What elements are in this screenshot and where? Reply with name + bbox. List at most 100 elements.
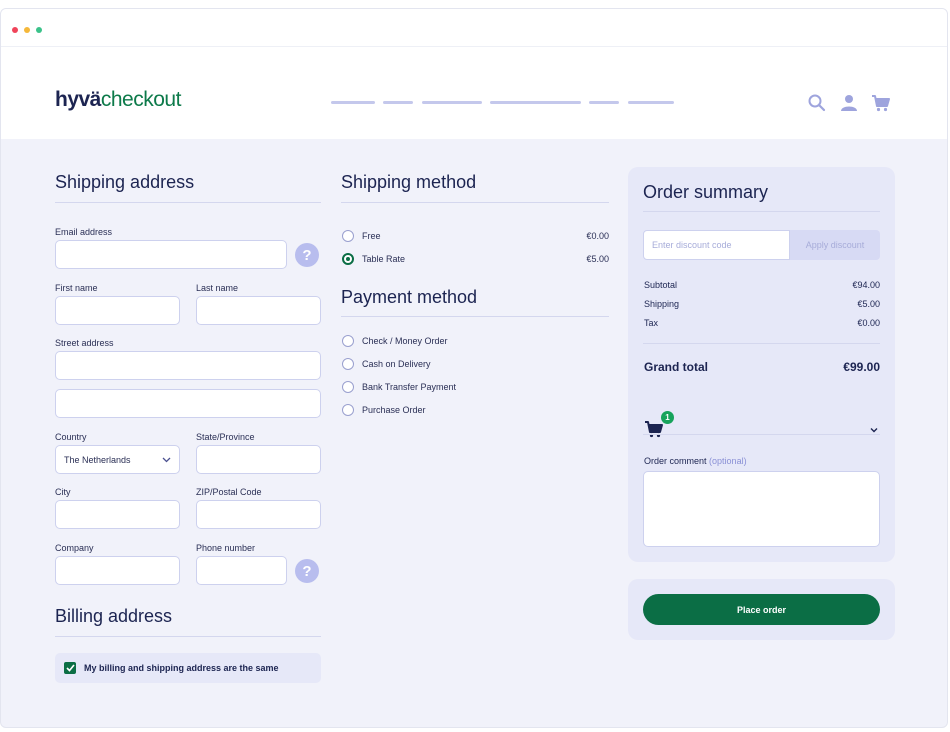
first-name-field[interactable] [55, 296, 180, 325]
phone-label: Phone number [196, 543, 256, 553]
summary-row-label: Shipping [644, 299, 680, 309]
state-field[interactable] [196, 445, 321, 474]
place-order-button[interactable]: Place order [643, 594, 880, 625]
divider [341, 202, 609, 203]
divider [643, 343, 880, 344]
summary-row-label: Tax [644, 318, 659, 328]
city-field[interactable] [55, 500, 180, 529]
last-name-label: Last name [196, 283, 239, 293]
cart-items-toggle[interactable]: 1 [644, 411, 674, 445]
order-summary-title: Order summary [643, 182, 769, 202]
logo-product: checkout [100, 88, 182, 111]
summary-row-value: €5.00 [857, 299, 880, 309]
divider [643, 434, 880, 435]
country-value: The Netherlands [64, 454, 131, 465]
optional-tag: (optional) [709, 456, 747, 466]
shipping-option-free[interactable]: Free [342, 230, 381, 242]
discount-code-input[interactable]: Enter discount code [643, 230, 790, 260]
minimize-window-dot[interactable] [24, 27, 30, 33]
summary-row-tax: Tax €0.00 [644, 318, 880, 328]
checkout-main: Shipping address Email address ? First n… [1, 139, 947, 727]
summary-row-label: Subtotal [644, 280, 678, 290]
header-icons [807, 93, 891, 113]
nav-link-placeholder[interactable] [589, 101, 619, 104]
payment-option-label: Check / Money Order [362, 336, 448, 346]
phone-help-icon[interactable]: ? [295, 559, 319, 583]
last-name-field[interactable] [196, 296, 321, 325]
summary-row-subtotal: Subtotal €94.00 [644, 280, 880, 290]
payment-option-check[interactable]: Check / Money Order [342, 335, 448, 347]
grand-total-label: Grand total [644, 360, 709, 374]
billing-address-title: Billing address [55, 606, 173, 626]
cart-icon [645, 421, 663, 438]
company-field[interactable] [55, 556, 180, 585]
nav-link-placeholder[interactable] [331, 101, 375, 104]
grand-total-value: €99.00 [843, 360, 880, 374]
street-line-2-field[interactable] [55, 389, 321, 418]
close-window-dot[interactable] [12, 27, 18, 33]
state-label: State/Province [196, 432, 255, 442]
shipping-method-title: Shipping method [341, 172, 477, 192]
checkmark-icon [65, 664, 75, 672]
window-titlebar [1, 9, 947, 47]
shipping-option-label: Free [362, 231, 381, 241]
payment-option-purchase-order[interactable]: Purchase Order [342, 404, 426, 416]
email-help-icon[interactable]: ? [295, 243, 319, 267]
zip-field[interactable] [196, 500, 321, 529]
place-order-card: Place order [628, 579, 895, 640]
billing-same-checkbox-row[interactable]: My billing and shipping address are the … [55, 653, 321, 683]
payment-option-bank-transfer[interactable]: Bank Transfer Payment [342, 381, 456, 393]
payment-option-cod[interactable]: Cash on Delivery [342, 358, 431, 370]
summary-row-value: €94.00 [852, 280, 880, 290]
browser-frame: hyvächeckout Shipping address Email addr… [0, 8, 948, 728]
nav-link-placeholder[interactable] [422, 101, 482, 104]
summary-row-shipping: Shipping €5.00 [644, 299, 880, 309]
payment-method-title: Payment method [341, 287, 478, 307]
divider [341, 316, 609, 317]
radio-button[interactable] [342, 381, 354, 393]
radio-button-selected[interactable] [342, 253, 354, 265]
shipping-option-price: €5.00 [586, 254, 609, 264]
chevron-down-icon [162, 457, 171, 462]
company-label: Company [55, 543, 94, 553]
shipping-option-price: €0.00 [586, 231, 609, 241]
city-label: City [55, 487, 71, 497]
maximize-window-dot[interactable] [36, 27, 42, 33]
order-comment-label: Order comment (optional) [644, 456, 747, 466]
phone-field[interactable] [196, 556, 287, 585]
summary-grand-total: Grand total €99.00 [644, 360, 880, 374]
order-comment-textarea[interactable] [643, 471, 880, 547]
country-select[interactable]: The Netherlands [55, 445, 180, 474]
radio-button[interactable] [342, 404, 354, 416]
shipping-address-title: Shipping address [55, 172, 195, 192]
street-label: Street address [55, 338, 114, 348]
billing-same-checkbox[interactable] [64, 662, 76, 674]
apply-discount-button[interactable]: Apply discount [790, 230, 880, 260]
cart-icon[interactable] [871, 93, 891, 113]
first-name-label: First name [55, 283, 98, 293]
discount-form: Enter discount code Apply discount [643, 230, 880, 260]
email-label: Email address [55, 227, 113, 237]
payment-option-label: Bank Transfer Payment [362, 382, 457, 392]
divider [55, 202, 321, 203]
email-field[interactable] [55, 240, 287, 269]
radio-button[interactable] [342, 335, 354, 347]
site-header: hyvächeckout [1, 47, 947, 139]
user-icon[interactable] [839, 93, 859, 113]
site-logo[interactable]: hyvächeckout [55, 89, 181, 110]
divider [55, 636, 321, 637]
search-icon[interactable] [807, 93, 827, 113]
order-comment-label-text: Order comment [644, 456, 707, 466]
nav-link-placeholder[interactable] [628, 101, 674, 104]
order-summary-card: Order summary Enter discount code Apply … [628, 167, 895, 562]
radio-button[interactable] [342, 358, 354, 370]
nav-link-placeholder[interactable] [490, 101, 581, 104]
street-line-1-field[interactable] [55, 351, 321, 380]
cart-count-badge: 1 [661, 411, 674, 424]
radio-button[interactable] [342, 230, 354, 242]
shipping-option-table-rate[interactable]: Table Rate [342, 253, 405, 265]
zip-label: ZIP/Postal Code [196, 487, 262, 497]
payment-option-label: Cash on Delivery [362, 359, 431, 369]
nav-link-placeholder[interactable] [383, 101, 413, 104]
logo-brand: hyvä [55, 88, 101, 111]
